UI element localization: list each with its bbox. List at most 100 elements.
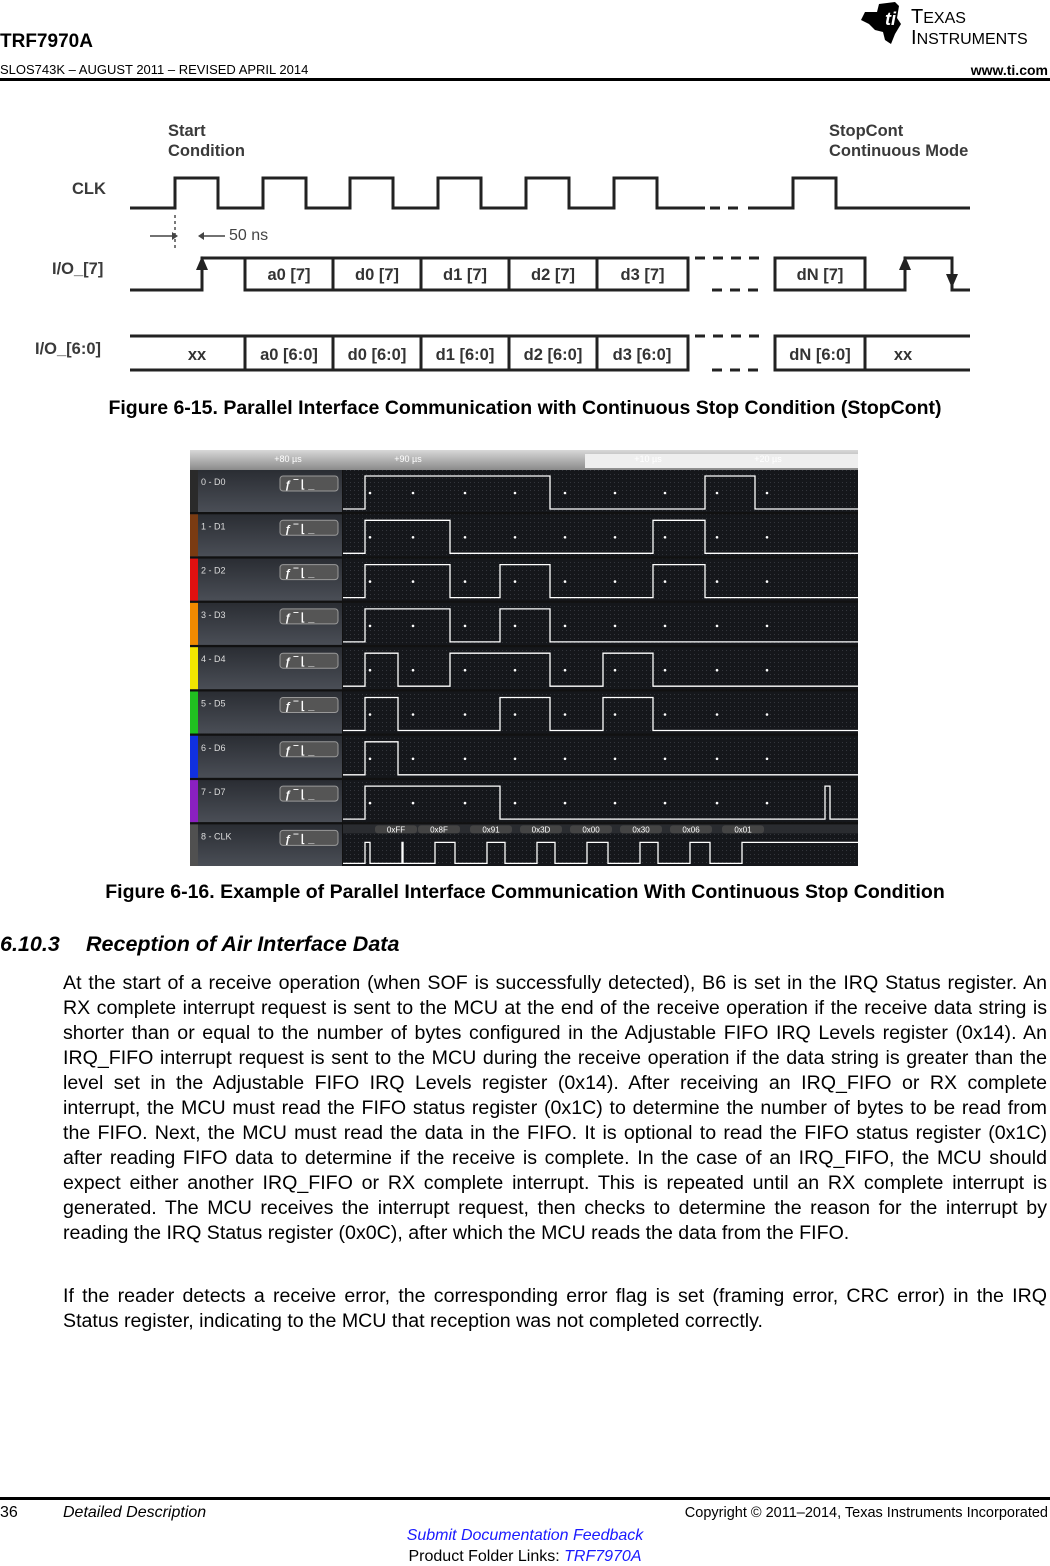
sample-dot: [715, 757, 719, 761]
channel-row: 7 - D7 ƒ ‾ ⌊ _: [190, 780, 858, 823]
trigger-edge-button[interactable]: ƒ ‾ ⌊ _: [279, 475, 339, 492]
sample-dot: [663, 801, 667, 805]
figure-6-16-logic-capture: +80 µs +90 µs +10 µs +20 µs 0 - D0 ƒ ‾ ⌊ _1 …: [190, 450, 858, 866]
channel-label: 7 - D7: [201, 787, 226, 797]
sample-dot: [715, 801, 719, 805]
channel-row: 2 - D2 ƒ ‾ ⌊ _: [190, 558, 858, 601]
svg-text:ƒ ‾ ⌊ _: ƒ ‾ ⌊ _: [285, 789, 315, 801]
footer-rule: [0, 1497, 1050, 1500]
channel-label: 0 - D0: [201, 477, 226, 487]
sample-dot: [463, 624, 467, 628]
sample-dot: [513, 491, 517, 495]
product-folder-label: Product Folder Links:: [408, 1548, 565, 1565]
io7-cell-label: d3 [7]: [620, 266, 664, 284]
sample-dot: [563, 536, 567, 539]
sample-dot: [463, 491, 467, 495]
io7-signal-label: I/O_[7]: [52, 260, 103, 278]
trigger-edge-button[interactable]: ƒ ‾ ⌊ _: [279, 741, 339, 758]
sample-dot: [765, 624, 769, 628]
channel-color-strip: [190, 691, 198, 734]
trigger-edge-button[interactable]: ƒ ‾ ⌊ _: [279, 652, 339, 669]
io60-cell-label: d1 [6:0]: [436, 346, 495, 364]
sample-dot: [613, 536, 617, 539]
sample-dot: [663, 580, 667, 583]
sample-dot: [368, 668, 372, 672]
trigger-edge-button[interactable]: ƒ ‾ ⌊ _: [279, 564, 339, 581]
page-number: 36: [0, 1504, 18, 1521]
sample-dot: [411, 668, 415, 672]
sample-dot: [613, 801, 617, 805]
channel-label: 1 - D1: [201, 521, 226, 531]
clk-waveform: [130, 176, 705, 210]
sample-dot: [368, 491, 372, 495]
trigger-edge-button[interactable]: ƒ ‾ ⌊ _: [279, 697, 339, 713]
waveform-area: [343, 735, 858, 778]
trigger-edge-button[interactable]: ƒ ‾ ⌊ _: [279, 608, 339, 625]
svg-text:ƒ ‾ ⌊ _: ƒ ‾ ⌊ _: [285, 612, 315, 624]
channel-row: 3 - D3 ƒ ‾ ⌊ _: [190, 602, 858, 645]
channel-color-strip: [190, 780, 198, 823]
document-title: TRF7970A: [0, 31, 93, 52]
header-rule: [0, 78, 1050, 81]
footer-section-name: Detailed Description: [63, 1504, 207, 1521]
clk-signal-label: CLK: [72, 180, 106, 198]
sample-dot: [463, 713, 467, 716]
website-link[interactable]: www.ti.com: [971, 62, 1048, 78]
sample-dot: [463, 757, 467, 761]
channel-row: 8 - CLK ƒ ‾ ⌊ _ 0xFF 0x8F 0x91 0x3D 0x00 0x30 0x…: [190, 824, 858, 866]
io7-cell-label: d0 [7]: [355, 266, 399, 284]
svg-text:ƒ ‾ ⌊ _: ƒ ‾ ⌊ _: [285, 479, 315, 491]
trigger-edge-button[interactable]: ƒ ‾ ⌊ _: [279, 519, 339, 536]
figure-6-16-caption: Figure 6-16. Example of Parallel Interfa…: [105, 881, 945, 903]
byte-value-label: 0x8F: [430, 825, 448, 834]
sample-dot: [715, 491, 719, 495]
product-link[interactable]: TRF7970A: [564, 1548, 641, 1565]
sample-dot: [368, 757, 372, 761]
io7-cell-label: d2 [7]: [531, 266, 575, 284]
sample-dot: [715, 624, 719, 628]
io7-cell-label: dN [7]: [797, 266, 844, 284]
svg-text:INSTRUMENTS: INSTRUMENTS: [911, 27, 1028, 46]
sample-dot: [513, 580, 517, 583]
sample-dot: [613, 757, 617, 761]
io60-cell-label: d3 [6:0]: [613, 346, 672, 364]
sample-dot: [663, 668, 667, 672]
sample-dot: [563, 624, 567, 628]
submit-feedback-link[interactable]: Submit Documentation Feedback: [0, 1527, 1050, 1545]
body-paragraph: At the start of a receive operation (whe…: [63, 972, 1047, 1244]
svg-text:ƒ ‾ ⌊ _: ƒ ‾ ⌊ _: [285, 701, 315, 713]
sample-dot: [663, 713, 667, 716]
sample-dot: [411, 580, 415, 583]
io60-cell-label: d2 [6:0]: [524, 346, 583, 364]
start-condition-label: Start: [168, 122, 206, 140]
copyright: Copyright © 2011–2014, Texas Instruments…: [684, 1505, 1048, 1521]
stopcont-label: StopCont: [829, 122, 904, 140]
sample-dot: [563, 801, 567, 805]
trigger-edge-button[interactable]: ƒ ‾ ⌊ _: [279, 829, 339, 846]
channel-color-strip: [190, 602, 198, 645]
sample-dot: [765, 713, 769, 716]
sample-dot: [368, 713, 372, 716]
time-tick-label: +20 µs: [754, 454, 782, 464]
sample-dot: [715, 668, 719, 672]
waveform-area: [343, 647, 858, 690]
io7-waveform: [130, 256, 245, 292]
channel-label: 2 - D2: [201, 566, 226, 576]
sample-dot: [513, 801, 517, 805]
io60-cell-label: d0 [6:0]: [348, 346, 407, 364]
byte-value-label: 0x01: [734, 825, 752, 834]
sample-dot: [663, 536, 667, 539]
sample-dot: [513, 668, 517, 672]
sample-dot: [411, 713, 415, 716]
channel-color-strip: [190, 558, 198, 601]
time-tick-label: +90 µs: [394, 454, 422, 464]
sample-dot: [765, 757, 769, 761]
channel-color-strip: [190, 470, 198, 512]
sample-dot: [368, 536, 372, 539]
sample-dot: [765, 491, 769, 495]
io60-cell-label: xx: [894, 346, 913, 364]
ti-logo: ti TEXAS INSTRUMENTS: [861, 2, 1028, 46]
trigger-edge-button[interactable]: ƒ ‾ ⌊ _: [279, 785, 339, 802]
sample-dot: [613, 713, 617, 716]
channel-row: 4 - D4 ƒ ‾ ⌊ _: [190, 647, 858, 690]
